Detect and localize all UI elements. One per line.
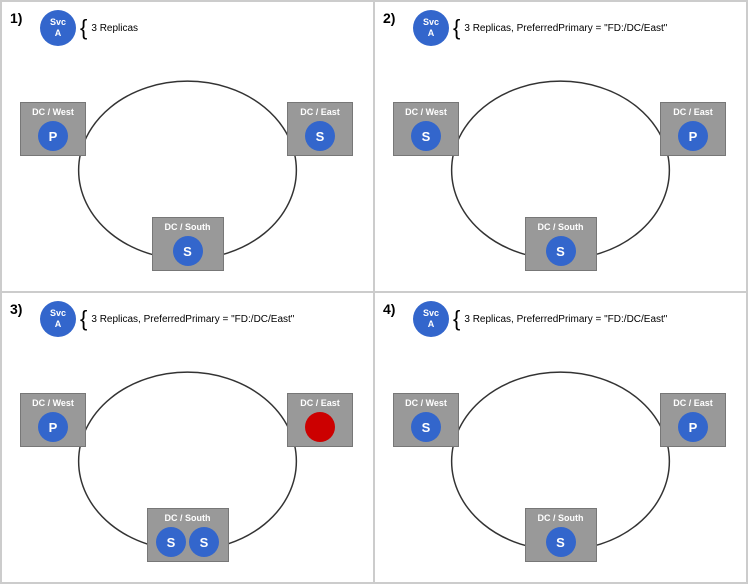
quad-label-2: 2) <box>383 10 395 26</box>
dc-west-label-2: DC / West <box>405 107 447 117</box>
brace-1: { <box>80 17 87 39</box>
dc-east-label-4: DC / East <box>673 398 713 408</box>
dc-south-2: DC / South S <box>525 217 597 271</box>
svc-circle-3: Svc A <box>40 301 76 337</box>
primary-replica-e2: P <box>678 121 708 151</box>
secondary-replica-e1: S <box>305 121 335 151</box>
dc-south-label-2: DC / South <box>538 222 584 232</box>
dc-west-3: DC / West P <box>20 393 86 447</box>
secondary-replica-w2: S <box>411 121 441 151</box>
quadrant-2: 2) Svc A { 3 Replicas, PreferredPrimary … <box>374 1 747 292</box>
quadrant-1: 1) Svc A { 3 Replicas DC / West P DC / E… <box>1 1 374 292</box>
dc-west-label-3: DC / West <box>32 398 74 408</box>
quadrant-3: 3) Svc A { 3 Replicas, PreferredPrimary … <box>1 292 374 583</box>
secondary-replica-s1: S <box>173 236 203 266</box>
primary-replica-e4: P <box>678 412 708 442</box>
dc-east-1: DC / East S <box>287 102 353 156</box>
brace-4: { <box>453 308 460 330</box>
brace-3: { <box>80 308 87 330</box>
svc-group-4: Svc A { 3 Replicas, PreferredPrimary = "… <box>413 301 667 337</box>
svc-circle-1: Svc A <box>40 10 76 46</box>
quadrant-4: 4) Svc A { 3 Replicas, PreferredPrimary … <box>374 292 747 583</box>
dc-west-1: DC / West P <box>20 102 86 156</box>
brace-2: { <box>453 17 460 39</box>
svc-circle-2: Svc A <box>413 10 449 46</box>
dc-south-label-3: DC / South <box>165 513 211 523</box>
dc-east-label-2: DC / East <box>673 107 713 117</box>
desc-3: 3 Replicas, PreferredPrimary = "FD:/DC/E… <box>91 314 294 325</box>
dc-east-2: DC / East P <box>660 102 726 156</box>
dc-west-label-1: DC / West <box>32 107 74 117</box>
dc-south-label-4: DC / South <box>538 513 584 523</box>
primary-replica-1: P <box>38 121 68 151</box>
dc-east-3: DC / East <box>287 393 353 447</box>
svc-group-2: Svc A { 3 Replicas, PreferredPrimary = "… <box>413 10 667 46</box>
secondary-replica-s2: S <box>546 236 576 266</box>
replica-row-s3: S S <box>156 527 219 557</box>
quad-label-4: 4) <box>383 301 395 317</box>
svc-group-1: Svc A { 3 Replicas <box>40 10 138 46</box>
main-grid: 1) Svc A { 3 Replicas DC / West P DC / E… <box>0 0 748 584</box>
failed-replica-e3 <box>305 412 335 442</box>
dc-east-4: DC / East P <box>660 393 726 447</box>
secondary-replica-s3a: S <box>156 527 186 557</box>
secondary-replica-s4: S <box>546 527 576 557</box>
dc-south-label-1: DC / South <box>165 222 211 232</box>
svc-group-3: Svc A { 3 Replicas, PreferredPrimary = "… <box>40 301 294 337</box>
secondary-replica-w4: S <box>411 412 441 442</box>
dc-south-1: DC / South S <box>152 217 224 271</box>
dc-east-label-1: DC / East <box>300 107 340 117</box>
desc-4: 3 Replicas, PreferredPrimary = "FD:/DC/E… <box>464 314 667 325</box>
quad-label-3: 3) <box>10 301 22 317</box>
dc-south-4: DC / South S <box>525 508 597 562</box>
dc-south-3: DC / South S S <box>147 508 229 562</box>
dc-west-label-4: DC / West <box>405 398 447 408</box>
dc-east-label-3: DC / East <box>300 398 340 408</box>
primary-replica-w3: P <box>38 412 68 442</box>
desc-2: 3 Replicas, PreferredPrimary = "FD:/DC/E… <box>464 23 667 34</box>
secondary-replica-s3b: S <box>189 527 219 557</box>
desc-1: 3 Replicas <box>91 23 138 34</box>
dc-west-4: DC / West S <box>393 393 459 447</box>
quad-label-1: 1) <box>10 10 22 26</box>
svc-circle-4: Svc A <box>413 301 449 337</box>
dc-west-2: DC / West S <box>393 102 459 156</box>
